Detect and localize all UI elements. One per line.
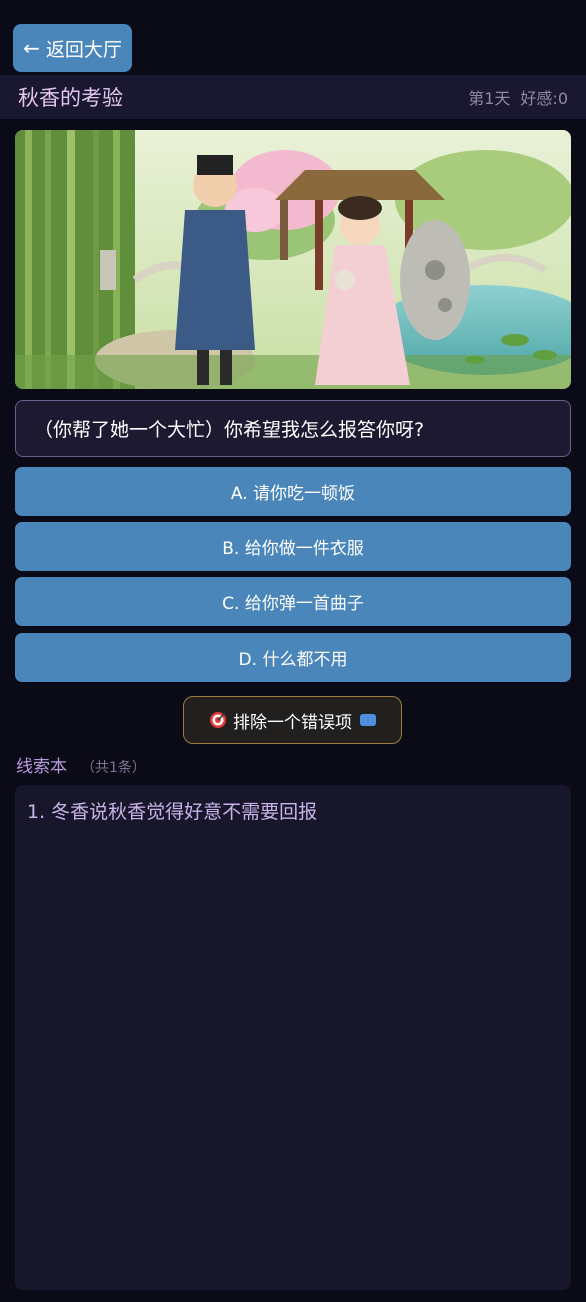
- status-info: 第1天 好感:0: [468, 85, 568, 109]
- scene-title: 秋香的考验: [18, 86, 123, 110]
- eliminate-label: 排除一个错误项: [233, 712, 352, 733]
- option-a-button[interactable]: A. 请你吃一顿饭: [15, 467, 571, 516]
- game-screen: ← 返回大厅 秋香的考验 第1天 好感:0 （你帮了她一个大忙）你希望我怎么报答…: [0, 0, 586, 1302]
- question-text: （你帮了她一个大忙）你希望我怎么报答你呀?: [15, 400, 571, 457]
- back-to-lobby-button[interactable]: ← 返回大厅: [13, 24, 132, 72]
- affection-counter: 好感:0: [520, 89, 568, 108]
- video-ad-icon: [360, 714, 376, 726]
- target-icon: [209, 711, 227, 729]
- back-arrow-icon: ←: [23, 36, 40, 60]
- scene-illustration: [15, 130, 571, 389]
- option-b-button[interactable]: B. 给你做一件衣服: [15, 522, 571, 571]
- clue-book-title: 线索本: [16, 757, 67, 777]
- option-d-button[interactable]: D. 什么都不用: [15, 633, 571, 682]
- option-c-button[interactable]: C. 给你弹一首曲子: [15, 577, 571, 626]
- back-button-label: 返回大厅: [45, 38, 122, 61]
- clue-book-header: 线索本 （共1条）: [16, 752, 146, 777]
- day-counter: 第1天: [468, 89, 511, 108]
- eliminate-wrong-option-button[interactable]: 排除一个错误项: [183, 696, 402, 744]
- clue-book-panel: 1. 冬香说秋香觉得好意不需要回报: [15, 785, 571, 1290]
- scene-header: 秋香的考验 第1天 好感:0: [0, 75, 586, 119]
- clue-item: 1. 冬香说秋香觉得好意不需要回报: [27, 801, 318, 823]
- clue-count: （共1条）: [81, 760, 146, 776]
